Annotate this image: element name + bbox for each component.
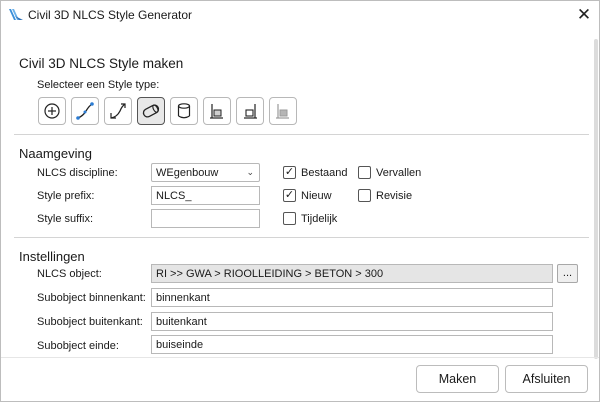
pipe-icon: [142, 104, 160, 118]
alignment-icon: [76, 102, 94, 120]
vervallen-label: Vervallen: [376, 166, 422, 179]
tijdelijk-label: Tijdelijk: [301, 212, 338, 225]
divider: [14, 237, 589, 238]
style-type-section-right-button[interactable]: [236, 97, 264, 125]
style-type-point-button[interactable]: [38, 97, 66, 125]
afsluiten-button[interactable]: Afsluiten: [505, 365, 588, 393]
browse-button[interactable]: ...: [557, 264, 578, 283]
style-type-section-left-button[interactable]: [203, 97, 231, 125]
discipline-label: NLCS discipline:: [37, 167, 118, 179]
checkbox-empty-icon: [283, 212, 296, 225]
chevron-down-icon: ⌄: [246, 167, 254, 177]
einde-label: Subobject einde:: [37, 340, 119, 352]
app-logo-icon: [9, 9, 23, 20]
suffix-input[interactable]: [151, 209, 260, 228]
style-type-profile-button[interactable]: [104, 97, 132, 125]
nieuw-label: Nieuw: [301, 189, 332, 202]
style-type-pipe-button[interactable]: [137, 97, 165, 125]
style-generator-window: Civil 3D NLCS Style Generator ✕ Civil 3D…: [0, 0, 600, 402]
section-right-icon: [244, 104, 257, 119]
buitenkant-input[interactable]: buitenkant: [151, 312, 553, 331]
tijdelijk-checkbox[interactable]: Tijdelijk: [283, 212, 337, 225]
discipline-select[interactable]: WEgenbouw ⌄: [151, 163, 260, 182]
section-left-icon: [210, 104, 223, 119]
binnenkant-label: Subobject binnenkant:: [37, 292, 146, 304]
binnenkant-input[interactable]: binnenkant: [151, 288, 553, 307]
prefix-label: Style prefix:: [37, 190, 95, 202]
window-title: Civil 3D NLCS Style Generator: [28, 8, 193, 22]
vertical-scrollbar[interactable]: [594, 39, 598, 359]
style-type-alignment-button[interactable]: [71, 97, 99, 125]
divider: [14, 134, 589, 135]
structure-icon: [177, 103, 191, 119]
buitenkant-label: Subobject buitenkant:: [37, 316, 143, 328]
point-icon: [44, 103, 60, 119]
instellingen-section-title: Instellingen: [19, 249, 85, 264]
revisie-label: Revisie: [376, 189, 413, 202]
discipline-value: WEgenbouw: [156, 167, 219, 179]
checkmark-icon: ✓: [283, 189, 296, 202]
vervallen-checkbox[interactable]: Vervallen: [358, 166, 421, 179]
style-type-section-disabled-button[interactable]: [269, 97, 297, 125]
style-type-structure-button[interactable]: [170, 97, 198, 125]
einde-input[interactable]: buiseinde: [151, 335, 553, 354]
nlcs-object-field: RI >> GWA > RIOOLLEIDING > BETON > 300: [151, 264, 553, 283]
prefix-input[interactable]: NLCS_: [151, 186, 260, 205]
page-title: Civil 3D NLCS Style maken: [19, 56, 184, 71]
maken-button[interactable]: Maken: [416, 365, 499, 393]
revisie-checkbox[interactable]: Revisie: [358, 189, 412, 202]
close-icon: ✕: [576, 5, 592, 24]
profile-icon: [110, 103, 126, 119]
close-button[interactable]: ✕: [569, 1, 599, 28]
naamgeving-section-title: Naamgeving: [19, 146, 92, 161]
nieuw-checkbox[interactable]: ✓ Nieuw: [283, 189, 332, 202]
bestaand-checkbox[interactable]: ✓ Bestaand: [283, 166, 347, 179]
bestaand-label: Bestaand: [301, 166, 348, 179]
section-disabled-icon: [276, 104, 289, 119]
footer-divider: [1, 357, 599, 358]
title-bar: Civil 3D NLCS Style Generator ✕: [1, 1, 599, 28]
nlcs-object-label: NLCS object:: [37, 268, 102, 280]
checkmark-icon: ✓: [283, 166, 296, 179]
suffix-label: Style suffix:: [37, 213, 94, 225]
checkbox-empty-icon: [358, 189, 371, 202]
style-type-label: Selecteer een Style type:: [37, 79, 160, 91]
checkbox-empty-icon: [358, 166, 371, 179]
